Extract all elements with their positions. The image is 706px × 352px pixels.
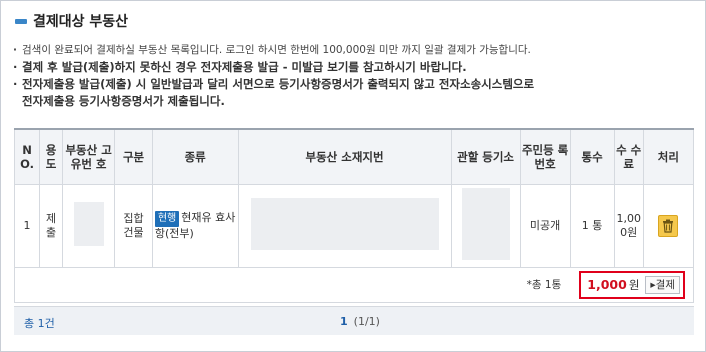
redacted-address	[250, 198, 439, 250]
header-type: 구분	[114, 128, 153, 185]
cell-registry-office	[450, 184, 521, 268]
cell-property-id	[62, 184, 116, 268]
payment-box: 1,000 원 ▸결제	[579, 271, 685, 299]
note-3-continued: 전자제출용 등기사항증명서가 제출됩니다.	[22, 94, 225, 108]
cell-action	[642, 184, 695, 268]
header-address: 부동산 소재지번	[237, 128, 452, 185]
section-title: 결제대상 부동산	[15, 11, 128, 31]
total-amount: 1,000 원	[587, 277, 640, 293]
cell-no: 1	[13, 184, 41, 268]
redacted-id	[73, 202, 104, 246]
header-no: N O.	[13, 128, 41, 185]
trash-icon	[663, 219, 674, 233]
cell-usage: 제 출	[39, 184, 64, 268]
header-property-id: 부동산 고유번 호	[62, 128, 116, 185]
current-badge: 현행	[154, 211, 180, 227]
total-count: *총 1통	[526, 279, 562, 291]
note-2: 결제 후 발급(제출)하지 못하신 경우 전자제출용 발급 - 미발급 보기를 …	[13, 59, 693, 76]
header-resident-number: 주민등 록번호	[519, 128, 571, 185]
cell-address	[237, 184, 452, 268]
delete-button[interactable]	[658, 215, 679, 237]
cell-resident-number: 미공개	[519, 184, 571, 268]
table-header-row: N O. 용 도 부동산 고유번 호 구분 종류 부동산 소재지번 관할 등기소…	[13, 128, 695, 185]
notes: 검색이 완료되어 결제하실 부동산 목록입니다. 로그인 하시면 한번에 100…	[13, 42, 693, 110]
note-1: 검색이 완료되어 결제하실 부동산 목록입니다. 로그인 하시면 한번에 100…	[13, 42, 693, 59]
cell-type: 집합 건물	[114, 184, 153, 268]
panel: 결제대상 부동산 검색이 완료되어 결제하실 부동산 목록입니다. 로그인 하시…	[0, 0, 706, 352]
cell-fee: 1,00 0원	[613, 184, 644, 268]
header-fee: 수 수 료	[613, 128, 644, 185]
table-footer: 총 1건 1 (1/1)	[14, 306, 694, 335]
page-current-link[interactable]: 1	[340, 315, 348, 328]
header-usage: 용 도	[39, 128, 64, 185]
cell-kind: 현행 현재유 효사항(전부)	[151, 184, 239, 268]
property-table: N O. 용 도 부동산 고유번 호 구분 종류 부동산 소재지번 관할 등기소…	[13, 128, 695, 303]
header-kind: 종류	[151, 128, 239, 185]
pay-button[interactable]: ▸결제	[645, 276, 680, 294]
result-count: 총 1건	[24, 317, 55, 330]
total-cell: *총 1통 1,000 원 ▸결제	[14, 267, 694, 303]
table-row: 1 제 출 집합 건물 현행 현재유 효사항(전부) 미공개 1 통 1,00 0…	[13, 184, 695, 268]
note-3: 전자제출용 발급(제출) 시 일반발급과 달리 서면으로 등기사항증명서가 출력…	[13, 76, 693, 93]
pagination: 1 (1/1)	[340, 315, 380, 328]
header-copies: 통수	[569, 128, 615, 185]
title-bar-icon	[15, 18, 27, 24]
redacted-office	[461, 188, 510, 260]
cell-copies: 1 통	[569, 184, 615, 268]
header-registry-office: 관할 등기소	[450, 128, 521, 185]
header-action: 처리	[642, 128, 695, 185]
title-text: 결제대상 부동산	[33, 14, 129, 30]
total-row: *총 1통 1,000 원 ▸결제	[14, 267, 694, 303]
page-total: (1/1)	[353, 315, 380, 328]
